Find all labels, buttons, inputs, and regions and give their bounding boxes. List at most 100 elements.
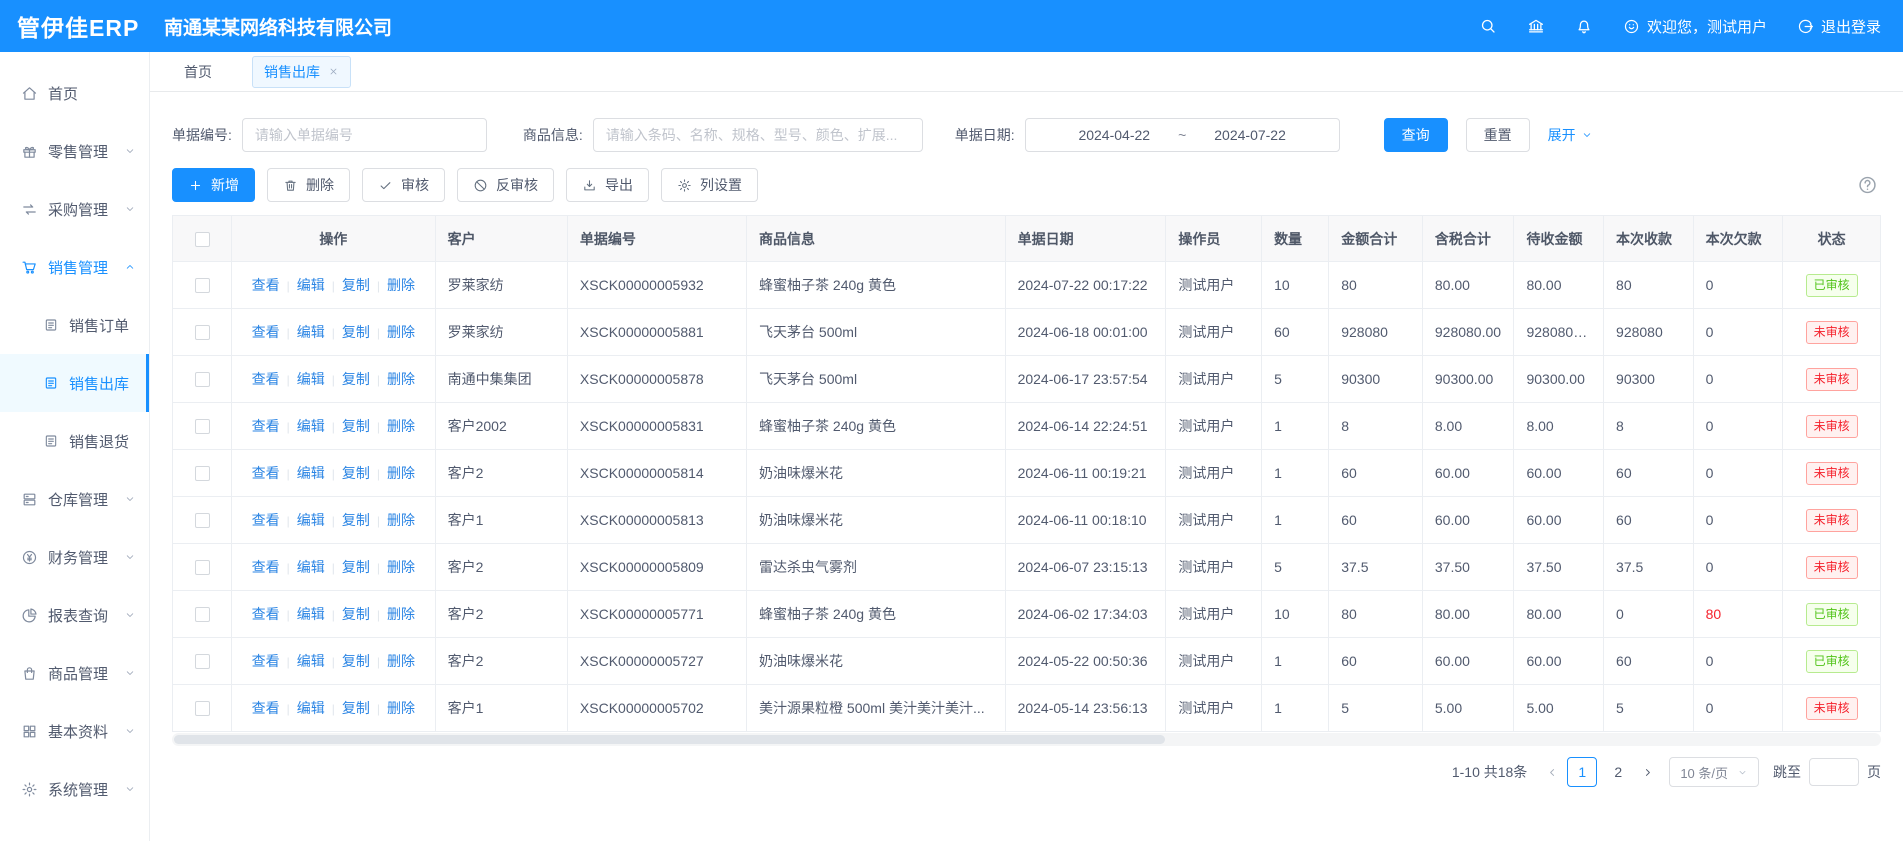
date-start-value[interactable]: 2024-04-22	[1078, 127, 1150, 143]
tab-home[interactable]: 首页	[172, 56, 224, 88]
row-action-view[interactable]: 查看	[252, 606, 280, 622]
row-action-copy[interactable]: 复制	[342, 512, 370, 528]
row-action-edit[interactable]: 编辑	[297, 653, 325, 669]
row-action-copy[interactable]: 复制	[342, 700, 370, 716]
row-action-delete[interactable]: 删除	[387, 277, 415, 293]
bank-icon[interactable]	[1527, 17, 1545, 35]
row-action-delete[interactable]: 删除	[387, 653, 415, 669]
sidebar-item-finance[interactable]: 财务管理	[0, 528, 149, 586]
row-action-delete[interactable]: 删除	[387, 324, 415, 340]
row-action-copy[interactable]: 复制	[342, 653, 370, 669]
cell-amount: 90300	[1329, 356, 1423, 403]
row-action-view[interactable]: 查看	[252, 324, 280, 340]
row-action-copy[interactable]: 复制	[342, 277, 370, 293]
status-badge: 已审核	[1806, 650, 1858, 673]
row-action-edit[interactable]: 编辑	[297, 700, 325, 716]
row-action-view[interactable]: 查看	[252, 465, 280, 481]
row-action-copy[interactable]: 复制	[342, 559, 370, 575]
row-action-view[interactable]: 查看	[252, 559, 280, 575]
row-action-delete[interactable]: 删除	[387, 700, 415, 716]
search-button[interactable]: 查询	[1384, 118, 1448, 152]
bell-icon[interactable]	[1575, 17, 1593, 35]
page-button-2[interactable]: 2	[1603, 757, 1633, 787]
row-action-copy[interactable]: 复制	[342, 371, 370, 387]
date-end-value[interactable]: 2024-07-22	[1214, 127, 1286, 143]
row-action-delete[interactable]: 删除	[387, 512, 415, 528]
row-action-view[interactable]: 查看	[252, 512, 280, 528]
row-checkbox[interactable]	[195, 654, 210, 669]
row-action-view[interactable]: 查看	[252, 653, 280, 669]
help-icon[interactable]	[1857, 175, 1878, 196]
row-action-copy[interactable]: 复制	[342, 606, 370, 622]
row-action-edit[interactable]: 编辑	[297, 324, 325, 340]
row-action-view[interactable]: 查看	[252, 418, 280, 434]
row-checkbox[interactable]	[195, 607, 210, 622]
row-action-copy[interactable]: 复制	[342, 418, 370, 434]
row-action-copy[interactable]: 复制	[342, 465, 370, 481]
row-action-edit[interactable]: 编辑	[297, 371, 325, 387]
column-settings-button[interactable]: 列设置	[661, 168, 758, 202]
welcome-user[interactable]: 欢迎您，测试用户	[1623, 16, 1767, 37]
sidebar-item-purchase[interactable]: 采购管理	[0, 180, 149, 238]
cell-date: 2024-06-02 17:34:03	[1005, 591, 1166, 638]
select-all-checkbox[interactable]	[195, 232, 210, 247]
date-range-picker[interactable]: 2024-04-22 ~ 2024-07-22	[1025, 118, 1340, 152]
sidebar-item-sales-outbound[interactable]: 销售出库	[0, 354, 149, 412]
sidebar-item-sales[interactable]: 销售管理	[0, 238, 149, 296]
row-action-edit[interactable]: 编辑	[297, 277, 325, 293]
row-action-view[interactable]: 查看	[252, 277, 280, 293]
logout-button[interactable]: 退出登录	[1797, 16, 1881, 37]
horizontal-scrollbar[interactable]	[172, 733, 1881, 746]
sidebar-item-product[interactable]: 商品管理	[0, 644, 149, 702]
search-icon[interactable]	[1479, 17, 1497, 35]
row-action-edit[interactable]: 编辑	[297, 465, 325, 481]
row-action-delete[interactable]: 删除	[387, 606, 415, 622]
export-button[interactable]: 导出	[566, 168, 649, 202]
row-checkbox[interactable]	[195, 372, 210, 387]
row-action-delete[interactable]: 删除	[387, 371, 415, 387]
sidebar-item-home[interactable]: 首页	[0, 64, 149, 122]
row-checkbox[interactable]	[195, 701, 210, 716]
bill-no-input[interactable]	[242, 118, 487, 152]
sidebar-item-sales-order[interactable]: 销售订单	[0, 296, 149, 354]
row-action-edit[interactable]: 编辑	[297, 418, 325, 434]
delete-button[interactable]: 删除	[267, 168, 350, 202]
prev-page-button[interactable]	[1546, 766, 1559, 779]
jump-page-input[interactable]	[1809, 758, 1859, 786]
row-action-edit[interactable]: 编辑	[297, 512, 325, 528]
audit-button[interactable]: 审核	[362, 168, 445, 202]
scrollbar-thumb[interactable]	[174, 735, 1165, 744]
expand-link[interactable]: 展开	[1548, 125, 1593, 145]
page-size-select[interactable]: 10 条/页	[1669, 757, 1759, 787]
tab-sales-outbound[interactable]: 销售出库	[252, 56, 351, 88]
unaudit-button[interactable]: 反审核	[457, 168, 554, 202]
sidebar-item-system[interactable]: 系统管理	[0, 760, 149, 818]
sidebar-item-warehouse[interactable]: 仓库管理	[0, 470, 149, 528]
row-checkbox[interactable]	[195, 466, 210, 481]
row-action-view[interactable]: 查看	[252, 700, 280, 716]
row-action-view[interactable]: 查看	[252, 371, 280, 387]
row-checkbox[interactable]	[195, 513, 210, 528]
action-separator: |	[377, 467, 380, 481]
row-action-edit[interactable]: 编辑	[297, 559, 325, 575]
reset-button[interactable]: 重置	[1466, 118, 1530, 152]
sidebar-item-basic-data[interactable]: 基本资料	[0, 702, 149, 760]
product-info-input[interactable]	[593, 118, 923, 152]
next-page-button[interactable]	[1641, 766, 1654, 779]
sidebar-item-sales-return[interactable]: 销售退货	[0, 412, 149, 470]
row-action-edit[interactable]: 编辑	[297, 606, 325, 622]
sidebar-item-retail[interactable]: 零售管理	[0, 122, 149, 180]
sidebar-item-report[interactable]: 报表查询	[0, 586, 149, 644]
row-action-delete[interactable]: 删除	[387, 465, 415, 481]
row-checkbox[interactable]	[195, 325, 210, 340]
row-action-copy[interactable]: 复制	[342, 324, 370, 340]
row-checkbox[interactable]	[195, 278, 210, 293]
sales-outbound-table: 操作客户单据编号商品信息单据日期操作员数量金额合计含税合计待收金额本次收款本次欠…	[172, 215, 1881, 732]
row-checkbox[interactable]	[195, 419, 210, 434]
row-checkbox[interactable]	[195, 560, 210, 575]
row-action-delete[interactable]: 删除	[387, 559, 415, 575]
page-button-1[interactable]: 1	[1567, 757, 1597, 787]
row-action-delete[interactable]: 删除	[387, 418, 415, 434]
close-icon[interactable]	[328, 66, 339, 77]
add-button[interactable]: 新增	[172, 168, 255, 202]
